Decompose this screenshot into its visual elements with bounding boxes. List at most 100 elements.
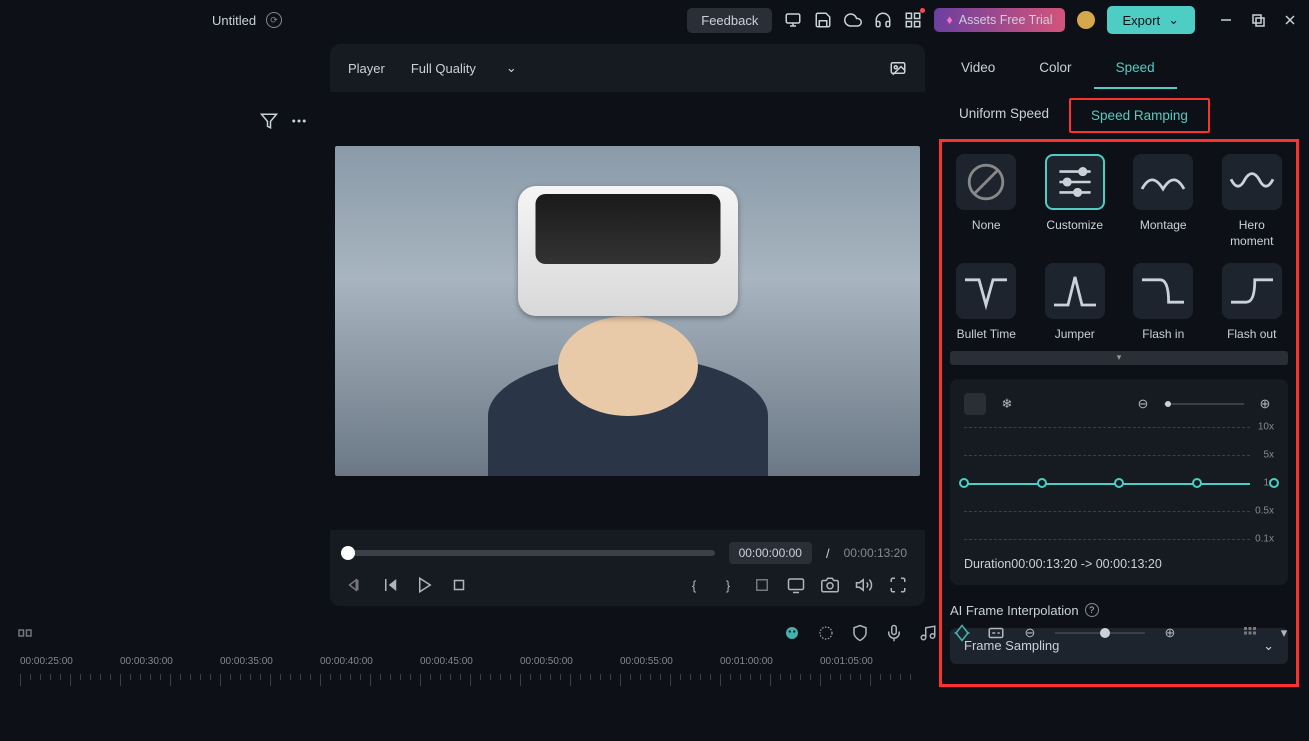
preset-label: Flash out — [1227, 327, 1276, 343]
step-back-button[interactable] — [382, 576, 400, 594]
assets-trial-button[interactable]: ♦ Assets Free Trial — [934, 8, 1064, 32]
camera-icon[interactable] — [821, 576, 839, 594]
timeline-zoom-slider[interactable] — [1055, 632, 1145, 634]
graph-select-tool[interactable] — [964, 393, 986, 415]
save-icon[interactable] — [814, 11, 832, 29]
chevron-down-icon: ⌄ — [506, 60, 517, 76]
preset-flash-out[interactable]: Flash out — [1216, 263, 1289, 343]
timeline-ruler[interactable]: 00:00:25:00 00:00:30:00 00:00:35:00 00:0… — [10, 656, 1299, 696]
ai-tool[interactable] — [783, 624, 801, 642]
graph-zoom-slider[interactable] — [1164, 403, 1244, 405]
tab-color[interactable]: Color — [1017, 48, 1093, 89]
subtab-uniform-speed[interactable]: Uniform Speed — [939, 98, 1069, 133]
scrubber-track[interactable] — [348, 550, 715, 556]
speed-graph: ❄ ⊖ ⊕ 10x 5x 1x 0.5x 0.1x — [950, 379, 1288, 585]
ruler-mark: 00:00:35:00 — [220, 656, 273, 667]
zoom-in-graph-button[interactable]: ⊕ — [1256, 395, 1274, 413]
ruler-mark: 00:00:40:00 — [320, 656, 373, 667]
apps-icon[interactable] — [904, 11, 922, 29]
speed-node[interactable] — [1269, 478, 1279, 488]
preset-label: Customize — [1046, 218, 1103, 234]
minimize-button[interactable] — [1219, 13, 1233, 27]
display-icon[interactable] — [787, 576, 805, 594]
speed-subtabs: Uniform Speed Speed Ramping — [939, 98, 1299, 133]
speed-node[interactable] — [1114, 478, 1124, 488]
mark-in-button[interactable]: { — [685, 576, 703, 594]
preset-none[interactable]: None — [950, 154, 1023, 249]
more-icon[interactable] — [290, 112, 308, 130]
ruler-mark: 00:01:00:00 — [720, 656, 773, 667]
preset-label: Montage — [1140, 218, 1187, 234]
preset-hero-moment[interactable]: Hero moment — [1216, 154, 1289, 249]
preset-jumper[interactable]: Jumper — [1039, 263, 1112, 343]
project-title: Untitled — [212, 13, 256, 28]
prev-frame-button[interactable] — [348, 576, 366, 594]
feedback-button[interactable]: Feedback — [687, 8, 772, 33]
shield-tool[interactable] — [851, 624, 869, 642]
preset-label: Jumper — [1055, 327, 1095, 343]
fullscreen-icon[interactable] — [889, 576, 907, 594]
maximize-button[interactable] — [1251, 13, 1265, 27]
timeline[interactable]: 00:00:25:00 00:00:30:00 00:00:35:00 00:0… — [0, 656, 1309, 736]
headphones-icon[interactable] — [874, 11, 892, 29]
info-icon[interactable]: ? — [1085, 603, 1099, 617]
stop-button[interactable] — [450, 576, 468, 594]
tab-video[interactable]: Video — [939, 48, 1017, 89]
graph-label: 5x — [1263, 449, 1274, 460]
history-icon[interactable]: ⟳ — [266, 12, 282, 28]
tab-speed[interactable]: Speed — [1094, 48, 1177, 89]
subtab-speed-ramping[interactable]: Speed Ramping — [1069, 98, 1210, 133]
quality-select[interactable]: Full Quality ⌄ — [403, 56, 525, 80]
media-panel — [0, 40, 330, 610]
property-tabs: Video Color Speed — [939, 48, 1299, 90]
speed-node[interactable] — [1037, 478, 1047, 488]
cloud-icon[interactable] — [844, 11, 862, 29]
preset-flash-in[interactable]: Flash in — [1127, 263, 1200, 343]
audio-tool[interactable] — [919, 624, 937, 642]
ai-interpolation-label: AI Frame Interpolation — [950, 603, 1079, 618]
preset-customize[interactable]: Customize — [1039, 154, 1112, 249]
adjust-tool[interactable] — [817, 624, 835, 642]
ruler-mark: 00:00:45:00 — [420, 656, 473, 667]
freeze-frame-icon[interactable]: ❄ — [998, 395, 1016, 413]
duration-from: 00:00:13:20 — [1011, 557, 1077, 571]
split-tool[interactable] — [16, 624, 34, 642]
graph-label: 0.5x — [1255, 505, 1274, 516]
play-button[interactable] — [416, 576, 434, 594]
speed-node[interactable] — [959, 478, 969, 488]
keyframe-tool[interactable] — [953, 624, 971, 642]
dropdown-icon[interactable]: ▾ — [1275, 624, 1293, 642]
mic-tool[interactable] — [885, 624, 903, 642]
duration-arrow: -> — [1081, 557, 1092, 571]
gem-icon: ♦ — [946, 13, 952, 27]
expand-presets-button[interactable]: ▾ — [950, 351, 1288, 365]
zoom-out-button[interactable]: ⊖ — [1021, 624, 1039, 642]
caption-tool[interactable] — [987, 624, 1005, 642]
preset-montage[interactable]: Montage — [1127, 154, 1200, 249]
zoom-out-graph-button[interactable]: ⊖ — [1134, 395, 1152, 413]
graph-label: 10x — [1258, 421, 1274, 432]
filter-icon[interactable] — [260, 112, 278, 130]
export-button[interactable]: Export ⌄ — [1107, 6, 1195, 34]
preset-label: Hero moment — [1216, 218, 1289, 249]
cookie-icon[interactable] — [1077, 11, 1095, 29]
speed-ramping-panel: None Customize Montage Hero moment Bulle… — [939, 139, 1299, 687]
scrubber-handle[interactable] — [341, 546, 355, 560]
chevron-down-icon: ⌄ — [1168, 12, 1179, 28]
trial-label: Assets Free Trial — [959, 13, 1053, 27]
snapshot-icon[interactable] — [889, 59, 907, 77]
grid-view-icon[interactable] — [1241, 624, 1259, 642]
speed-node[interactable] — [1192, 478, 1202, 488]
total-time: 00:00:13:20 — [844, 546, 907, 560]
preset-bullet-time[interactable]: Bullet Time — [950, 263, 1023, 343]
video-preview[interactable] — [330, 92, 925, 530]
close-button[interactable] — [1283, 13, 1297, 27]
mark-out-button[interactable]: } — [719, 576, 737, 594]
speed-curve[interactable]: 10x 5x 1x 0.5x 0.1x — [964, 427, 1274, 547]
duration-label: Duration — [964, 557, 1011, 571]
monitor-icon[interactable] — [784, 11, 802, 29]
preset-label: None — [972, 218, 1001, 234]
crop-icon[interactable] — [753, 576, 771, 594]
zoom-in-button[interactable]: ⊕ — [1161, 624, 1179, 642]
volume-icon[interactable] — [855, 576, 873, 594]
